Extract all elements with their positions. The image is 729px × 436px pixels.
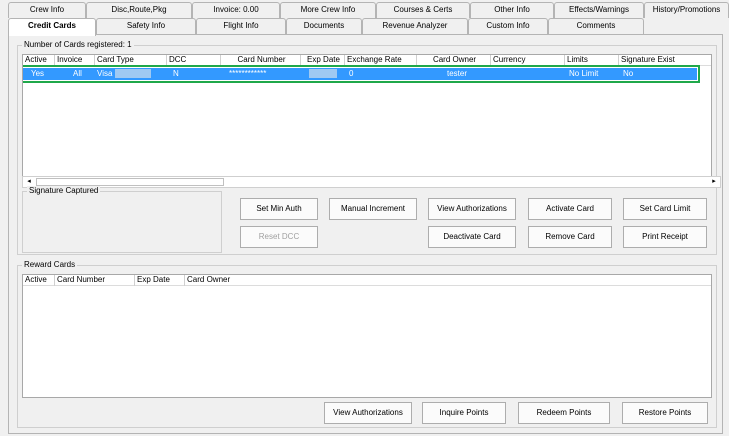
- reward-view-authorizations-button[interactable]: View Authorizations: [324, 402, 412, 424]
- tab-courses-certs[interactable]: Courses & Certs: [376, 2, 470, 18]
- masked-value: [115, 69, 152, 79]
- inquire-points-button[interactable]: Inquire Points: [422, 402, 506, 424]
- tab-revenue-analyzer[interactable]: Revenue Analyzer: [362, 18, 468, 34]
- cell-signature: No: [623, 69, 634, 78]
- tab-flight-info[interactable]: Flight Info: [196, 18, 286, 34]
- cell-card-number: ************: [229, 69, 267, 78]
- col-header-currency[interactable]: Currency: [491, 55, 565, 66]
- tab-invoice[interactable]: Invoice: 0.00: [192, 2, 280, 18]
- tab-row-top: Crew Info Disc,Route,Pkg Invoice: 0.00 M…: [0, 2, 729, 18]
- cell-invoice: All: [73, 69, 82, 78]
- tab-other-info[interactable]: Other Info: [470, 2, 554, 18]
- credit-cards-panel: Number of Cards registered: 1 Active Inv…: [8, 34, 723, 434]
- reward-grid-header: Active Card Number Exp Date Card Owner: [23, 275, 711, 286]
- cell-exchange-rate: 0: [349, 69, 354, 78]
- tab-crew-info[interactable]: Crew Info: [8, 2, 86, 18]
- col-header-exp-date[interactable]: Exp Date: [301, 55, 345, 66]
- col-header-limits[interactable]: Limits: [565, 55, 619, 66]
- col-header-active[interactable]: Active: [23, 55, 55, 66]
- masked-value: [309, 69, 337, 79]
- redeem-points-button[interactable]: Redeem Points: [518, 402, 610, 424]
- tab-credit-cards[interactable]: Credit Cards: [8, 18, 96, 36]
- tab-custom-info[interactable]: Custom Info: [468, 18, 548, 34]
- cards-group: Number of Cards registered: 1 Active Inv…: [17, 40, 721, 255]
- deactivate-card-button[interactable]: Deactivate Card: [428, 226, 516, 248]
- remove-card-button[interactable]: Remove Card: [528, 226, 612, 248]
- tab-safety-info[interactable]: Safety Info: [96, 18, 196, 34]
- restore-points-button[interactable]: Restore Points: [622, 402, 708, 424]
- signature-captured-title: Signature Captured: [27, 186, 101, 196]
- cell-card-owner: tester: [447, 69, 468, 78]
- cell-active: Yes: [31, 69, 45, 78]
- tab-disc-route-pkg[interactable]: Disc,Route,Pkg: [86, 2, 192, 18]
- col-header-exchange-rate[interactable]: Exchange Rate: [345, 55, 417, 66]
- reward-cards-grid[interactable]: Active Card Number Exp Date Card Owner: [22, 274, 712, 398]
- manual-increment-button[interactable]: Manual Increment: [329, 198, 417, 220]
- table-row[interactable]: Yes All Visa N ************ 0 tester No …: [23, 65, 700, 83]
- cell-exp-date: [309, 68, 345, 80]
- tab-row-bottom: Credit Cards Safety Info Flight Info Doc…: [0, 18, 729, 36]
- col-header-card-type[interactable]: Card Type: [95, 55, 167, 66]
- signature-captured-box: Signature Captured: [22, 186, 222, 253]
- tab-comments[interactable]: Comments: [548, 18, 644, 34]
- reset-dcc-button[interactable]: Reset DCC: [240, 226, 318, 248]
- col-header-active[interactable]: Active: [23, 275, 55, 286]
- col-header-exp-date[interactable]: Exp Date: [135, 275, 185, 286]
- cards-group-title: Number of Cards registered: 1: [22, 40, 134, 50]
- scroll-right-icon[interactable]: ▸: [708, 177, 720, 187]
- cards-grid[interactable]: Active Invoice Card Type DCC Card Number…: [22, 54, 712, 178]
- col-header-card-number[interactable]: Card Number: [55, 275, 135, 286]
- col-header-card-owner[interactable]: Card Owner: [185, 275, 711, 286]
- set-min-auth-button[interactable]: Set Min Auth: [240, 198, 318, 220]
- cell-dcc: N: [173, 69, 179, 78]
- cell-limits: No Limit: [569, 69, 599, 78]
- tab-effects-warnings[interactable]: Effects/Warnings: [554, 2, 644, 18]
- cards-grid-horizontal-scrollbar[interactable]: ◂ ▸: [22, 176, 721, 188]
- print-receipt-button[interactable]: Print Receipt: [623, 226, 707, 248]
- reward-cards-group: Reward Cards Active Card Number Exp Date…: [17, 260, 717, 428]
- tab-more-crew-info[interactable]: More Crew Info: [280, 2, 376, 18]
- cards-grid-header: Active Invoice Card Type DCC Card Number…: [23, 55, 711, 66]
- tab-history-promotions[interactable]: History/Promotions: [644, 2, 729, 18]
- cell-card-number-wrap: ************: [229, 68, 305, 80]
- col-header-dcc[interactable]: DCC: [167, 55, 221, 66]
- scroll-thumb[interactable]: [36, 178, 224, 186]
- tab-documents[interactable]: Documents: [286, 18, 362, 34]
- cell-card-type: Visa: [97, 69, 113, 78]
- cell-card-type-wrap: Visa: [97, 68, 167, 80]
- activate-card-button[interactable]: Activate Card: [528, 198, 612, 220]
- reward-cards-title: Reward Cards: [22, 260, 78, 270]
- set-card-limit-button[interactable]: Set Card Limit: [623, 198, 707, 220]
- col-header-card-owner[interactable]: Card Owner: [417, 55, 491, 66]
- view-authorizations-button[interactable]: View Authorizations: [428, 198, 516, 220]
- col-header-invoice[interactable]: Invoice: [55, 55, 95, 66]
- col-header-card-number[interactable]: Card Number: [221, 55, 301, 66]
- col-header-signature-exist[interactable]: Signature Exist: [619, 55, 711, 66]
